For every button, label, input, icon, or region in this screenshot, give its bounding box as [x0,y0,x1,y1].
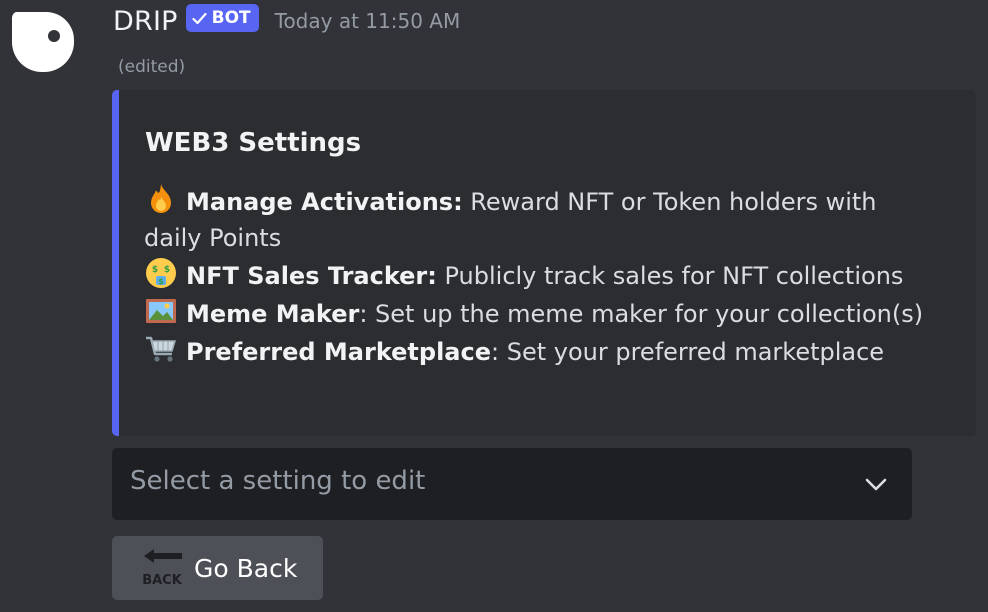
item-label: Preferred Marketplace [186,338,491,366]
back-arrow-emoji-icon: BACK [142,549,183,588]
item-label: Manage Activations: [186,188,463,216]
go-back-label: Go Back [194,553,298,583]
svg-text:$: $ [164,265,170,275]
embed-accent-bar [112,90,119,436]
item-text: : Set your preferred marketplace [491,338,885,366]
go-back-button[interactable]: BACK Go Back [112,536,323,600]
money-mouth-face-emoji-icon: $ $ $ [146,258,176,288]
embed-description: Manage Activations: Reward NFT or Token … [144,182,934,370]
setting-select-menu[interactable]: Select a setting to edit [112,448,912,520]
framed-picture-emoji-icon [146,299,176,323]
embed: WEB3 Settings Manage Activations: Reward… [112,90,976,436]
back-icon-text: BACK [142,573,183,588]
item-label: NFT Sales Tracker: [186,262,437,290]
item-label: Meme Maker [186,300,360,328]
bot-message: DRIP BOT Today at 11:50 AM (edited) WEB3… [0,0,988,612]
shopping-cart-emoji-icon [146,336,177,362]
chevron-down-icon [865,478,887,491]
item-text: Publicly track sales for NFT collections [436,262,904,290]
avatar[interactable] [10,6,76,74]
bot-badge-label: BOT [211,8,251,28]
bot-badge: BOT [185,4,259,32]
embed-line-meme-maker: Meme Maker: Set up the meme maker for yo… [144,294,934,332]
select-placeholder: Select a setting to edit [130,466,426,496]
checkmark-icon [192,12,207,24]
timestamp: Today at 11:50 AM [274,9,461,33]
item-text: : Set up the meme maker for your collect… [359,300,924,328]
embed-line-preferred-marketplace: Preferred Marketplace: Set your preferre… [144,332,934,370]
svg-text:$: $ [158,277,164,286]
edited-label: (edited) [118,57,186,77]
embed-line-manage-activations: Manage Activations: Reward NFT or Token … [144,182,934,256]
svg-text:$: $ [152,265,158,275]
drip-logo-icon [11,12,75,72]
embed-title: WEB3 Settings [145,128,362,158]
fire-emoji-icon [151,184,171,213]
username[interactable]: DRIP [113,6,178,37]
message-header: DRIP BOT Today at 11:50 AM [113,3,460,39]
embed-line-nft-sales-tracker: $ $ $ NFT Sales Tracker: Publicly track … [144,256,934,294]
